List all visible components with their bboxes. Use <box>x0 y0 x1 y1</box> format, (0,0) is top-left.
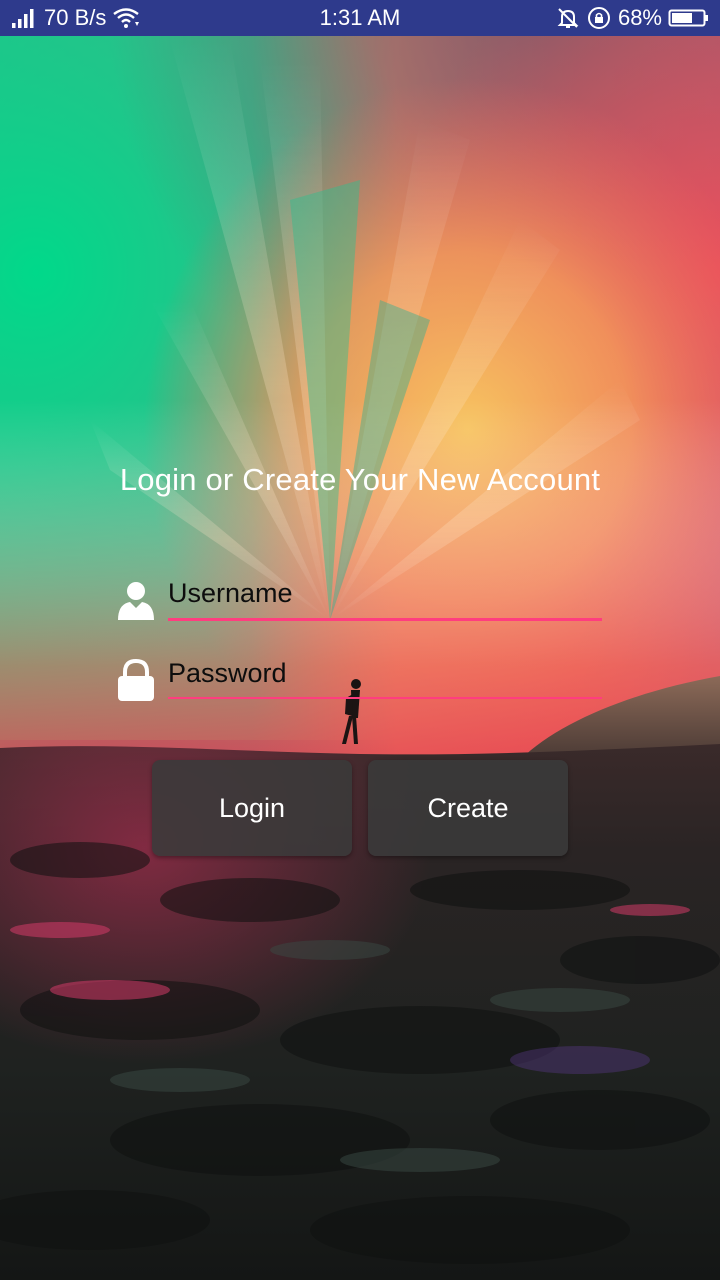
username-placeholder[interactable]: Username <box>168 578 293 609</box>
username-underline <box>168 618 602 621</box>
status-bar: 70 B/s 1:31 AM 68% <box>0 0 720 36</box>
battery-icon <box>668 7 710 29</box>
login-heading: Login or Create Your New Account <box>119 462 601 497</box>
status-right-group: 68% <box>556 0 710 36</box>
create-button[interactable]: Create <box>368 760 568 856</box>
login-button[interactable]: Login <box>152 760 352 856</box>
username-field[interactable]: Username <box>114 574 604 630</box>
battery-percent: 68% <box>617 5 662 30</box>
password-placeholder[interactable]: Password <box>168 658 287 689</box>
aurora-landscape-background <box>0 0 720 1280</box>
password-underline <box>168 697 602 699</box>
password-field[interactable]: Password <box>114 654 604 710</box>
rotation-lock-icon <box>586 5 612 31</box>
login-screen: 70 B/s 1:31 AM 68% Login or Create Your … <box>0 0 720 1280</box>
mute-bell-icon <box>556 6 580 30</box>
clock-time: 1:31 AM <box>319 5 401 30</box>
user-icon <box>114 578 158 622</box>
padlock-icon <box>114 658 158 702</box>
